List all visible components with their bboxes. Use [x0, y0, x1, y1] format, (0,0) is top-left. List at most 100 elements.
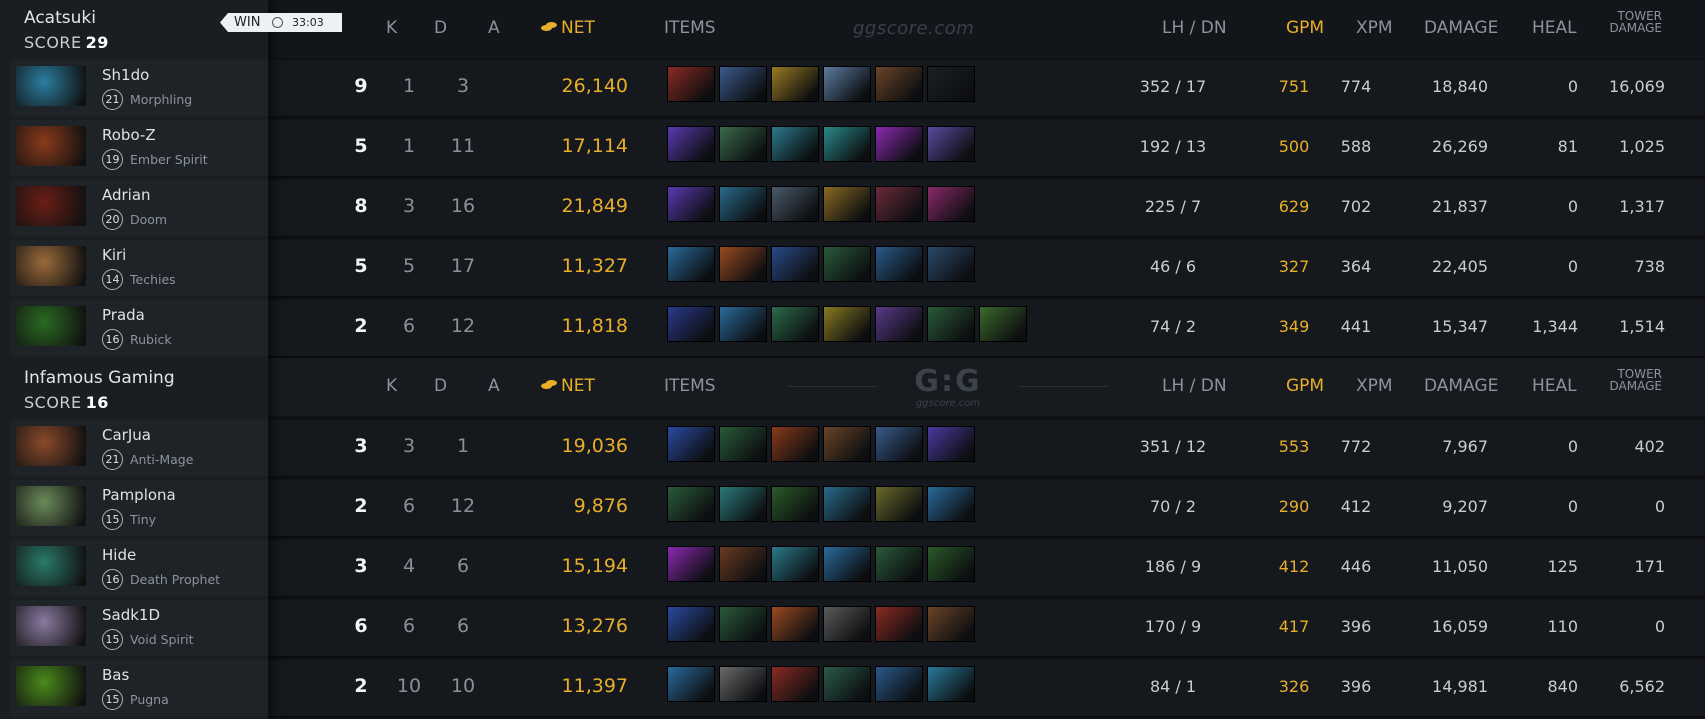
hero-portrait[interactable]	[16, 66, 86, 106]
item-icon[interactable]	[823, 426, 871, 462]
item-icon[interactable]	[875, 246, 923, 282]
hero-portrait[interactable]	[16, 486, 86, 526]
item-icon[interactable]	[771, 426, 819, 462]
item-icon[interactable]	[771, 186, 819, 222]
item-icon[interactable]	[875, 666, 923, 702]
player-name[interactable]: Hide	[102, 546, 136, 564]
item-icon[interactable]	[823, 246, 871, 282]
item-icon[interactable]	[823, 186, 871, 222]
item-icon[interactable]	[719, 66, 767, 102]
item-icon[interactable]	[667, 666, 715, 702]
item-icon[interactable]	[823, 66, 871, 102]
item-icon[interactable]	[875, 486, 923, 522]
item-icon[interactable]	[927, 306, 975, 342]
item-icon[interactable]	[771, 546, 819, 582]
item-icon[interactable]	[875, 186, 923, 222]
item-icon[interactable]	[927, 426, 975, 462]
item-icon[interactable]	[823, 546, 871, 582]
player-name[interactable]: CarJua	[102, 426, 151, 444]
item-icon[interactable]	[823, 126, 871, 162]
item-icon[interactable]	[823, 606, 871, 642]
item-icon[interactable]	[771, 606, 819, 642]
item-icon[interactable]	[667, 186, 715, 222]
item-icon[interactable]	[927, 486, 975, 522]
item-icon[interactable]	[875, 426, 923, 462]
player-name[interactable]: Robo-Z	[102, 126, 156, 144]
item-icon[interactable]	[771, 486, 819, 522]
item-icon[interactable]	[979, 306, 1027, 342]
item-icon[interactable]	[771, 246, 819, 282]
item-icon[interactable]	[667, 306, 715, 342]
score-value: 16	[85, 393, 109, 412]
item-icon[interactable]	[719, 666, 767, 702]
item-icon[interactable]	[771, 66, 819, 102]
player-name[interactable]: Kiri	[102, 246, 126, 264]
item-icon[interactable]	[667, 606, 715, 642]
item-icon[interactable]	[667, 66, 715, 102]
item-icon[interactable]	[823, 486, 871, 522]
hero-portrait[interactable]	[16, 426, 86, 466]
player-row[interactable]: Pamplona 15 Tiny	[10, 480, 268, 536]
item-icon[interactable]	[719, 606, 767, 642]
item-icon[interactable]	[719, 546, 767, 582]
player-row[interactable]: CarJua 21 Anti-Mage	[10, 420, 268, 476]
item-icon[interactable]	[875, 546, 923, 582]
xpm: 774	[1340, 77, 1372, 96]
hero-portrait[interactable]	[16, 606, 86, 646]
item-icon[interactable]	[823, 306, 871, 342]
item-icon[interactable]	[667, 126, 715, 162]
item-icon[interactable]	[927, 666, 975, 702]
item-icon[interactable]	[927, 126, 975, 162]
healing: 1,344	[1532, 317, 1578, 336]
item-icon[interactable]	[667, 546, 715, 582]
item-icon[interactable]	[875, 306, 923, 342]
item-icon[interactable]	[771, 306, 819, 342]
item-icon[interactable]	[719, 186, 767, 222]
gold-icon	[541, 380, 557, 390]
item-icon[interactable]	[719, 126, 767, 162]
hero-portrait[interactable]	[16, 246, 86, 286]
item-icon[interactable]	[927, 606, 975, 642]
player-row[interactable]: Bas 15 Pugna	[10, 660, 268, 716]
hero-portrait[interactable]	[16, 306, 86, 346]
hero-portrait[interactable]	[16, 186, 86, 226]
hero-portrait[interactable]	[16, 546, 86, 586]
item-icon[interactable]	[875, 66, 923, 102]
item-icon[interactable]	[927, 66, 975, 102]
item-icon[interactable]	[823, 666, 871, 702]
gpm: 349	[1278, 317, 1310, 336]
player-name[interactable]: Prada	[102, 306, 145, 324]
item-icon[interactable]	[875, 126, 923, 162]
player-name[interactable]: Pamplona	[102, 486, 176, 504]
item-icon[interactable]	[719, 246, 767, 282]
item-icon[interactable]	[771, 666, 819, 702]
team-name[interactable]: Infamous Gaming	[24, 368, 175, 388]
team-name[interactable]: Acatsuki	[24, 8, 96, 28]
player-row[interactable]: Kiri 14 Techies	[10, 240, 268, 296]
hero-portrait[interactable]	[16, 126, 86, 166]
player-row[interactable]: Sadk1D 15 Void Spirit	[10, 600, 268, 656]
player-row[interactable]: Sh1do 21 Morphling	[10, 60, 268, 116]
item-icon[interactable]	[719, 426, 767, 462]
player-name[interactable]: Sh1do	[102, 66, 149, 84]
item-icon[interactable]	[719, 306, 767, 342]
header-k: K	[386, 18, 398, 38]
item-icon[interactable]	[927, 246, 975, 282]
player-row[interactable]: Prada 16 Rubick	[10, 300, 268, 356]
item-icon[interactable]	[667, 486, 715, 522]
item-icon[interactable]	[667, 246, 715, 282]
player-name[interactable]: Sadk1D	[102, 606, 160, 624]
item-icon[interactable]	[771, 126, 819, 162]
item-icon[interactable]	[875, 606, 923, 642]
tower-damage: 1,317	[1619, 197, 1665, 216]
player-row[interactable]: Robo-Z 19 Ember Spirit	[10, 120, 268, 176]
player-name[interactable]: Adrian	[102, 186, 151, 204]
player-row[interactable]: Adrian 20 Doom	[10, 180, 268, 236]
item-icon[interactable]	[719, 486, 767, 522]
item-icon[interactable]	[927, 186, 975, 222]
player-name[interactable]: Bas	[102, 666, 129, 684]
player-row[interactable]: Hide 16 Death Prophet	[10, 540, 268, 596]
item-icon[interactable]	[667, 426, 715, 462]
item-icon[interactable]	[927, 546, 975, 582]
hero-portrait[interactable]	[16, 666, 86, 706]
